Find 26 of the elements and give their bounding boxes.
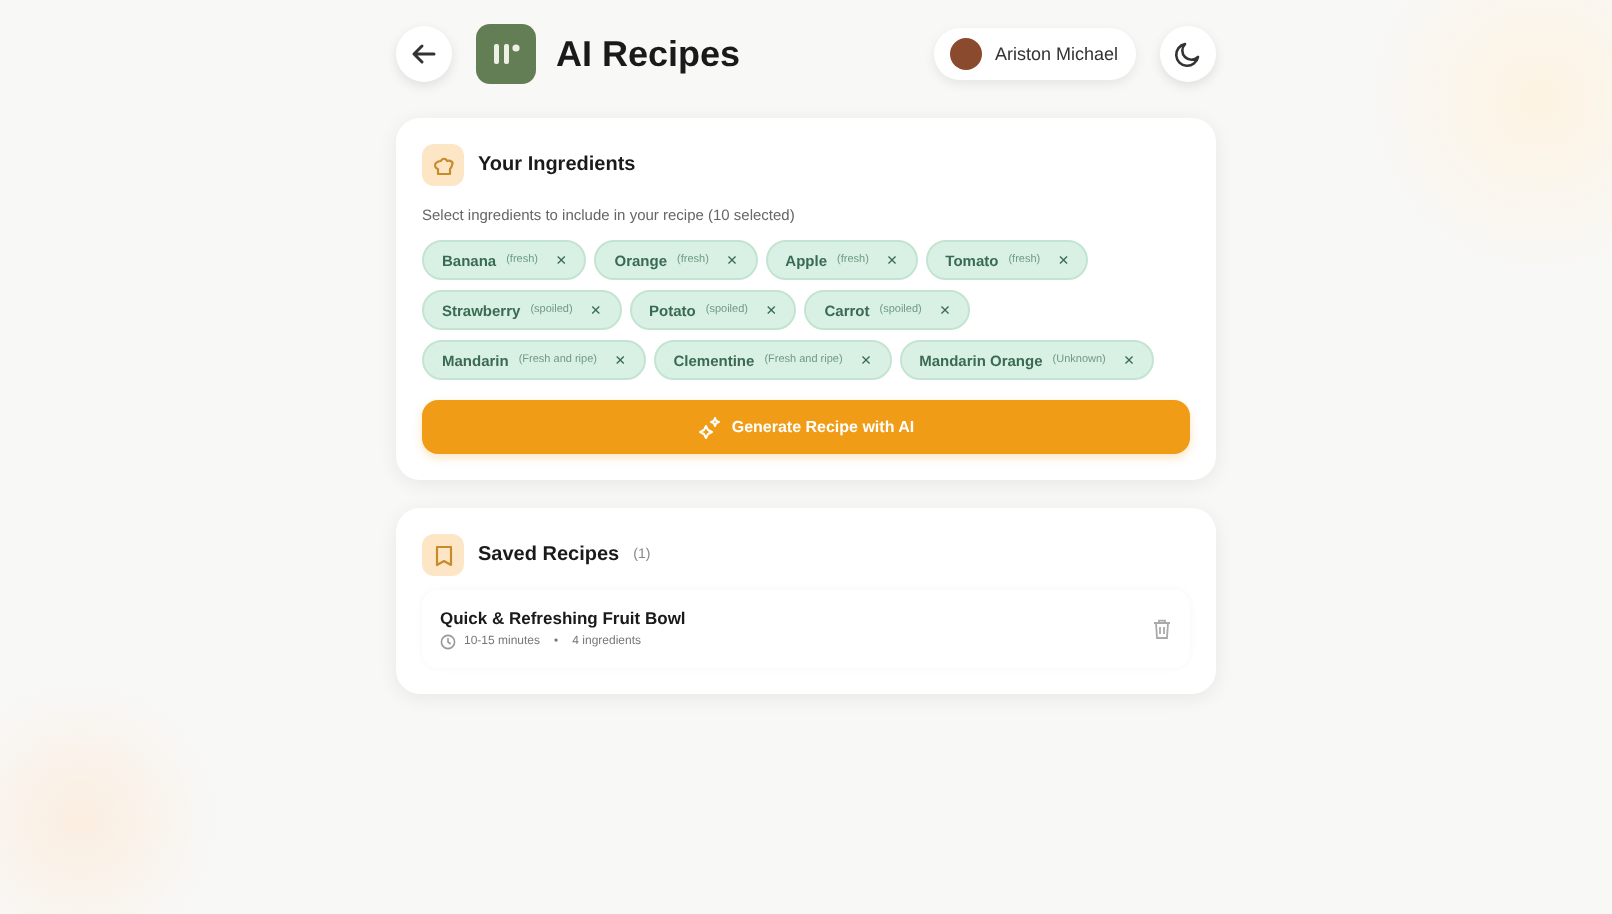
section-title: Your Ingredients: [478, 154, 636, 176]
app-title: AI Recipes: [556, 33, 741, 75]
back-button[interactable]: [396, 26, 452, 82]
clock-icon: [440, 634, 456, 650]
sparkles-icon: [697, 415, 722, 439]
avatar-icon: [950, 38, 983, 70]
remove-button[interactable]: ×: [582, 301, 602, 319]
remove-button[interactable]: ×: [931, 301, 951, 319]
remove-button[interactable]: ×: [878, 251, 898, 269]
user-profile-button[interactable]: Ariston Michael: [934, 28, 1136, 80]
remove-button[interactable]: ×: [1115, 351, 1135, 369]
remove-button[interactable]: ×: [547, 251, 567, 269]
remove-button[interactable]: ×: [852, 351, 872, 369]
remove-button[interactable]: ×: [1050, 251, 1069, 269]
theme-toggle-button[interactable]: [1160, 26, 1216, 82]
moon-icon: [1174, 40, 1202, 68]
app-logo-icon: [476, 24, 536, 84]
chef-hat-icon: [422, 144, 464, 186]
recipe-name: Quick & Refreshing Fruit Bowl: [440, 608, 688, 628]
section-title: Saved Recipes: [478, 544, 620, 566]
trash-icon: [1152, 618, 1172, 640]
back-arrow-icon: [410, 40, 438, 68]
remove-button[interactable]: ×: [606, 351, 626, 369]
remove-button[interactable]: ×: [757, 301, 777, 319]
remove-button[interactable]: ×: [718, 251, 738, 269]
bookmark-icon: [422, 534, 464, 576]
